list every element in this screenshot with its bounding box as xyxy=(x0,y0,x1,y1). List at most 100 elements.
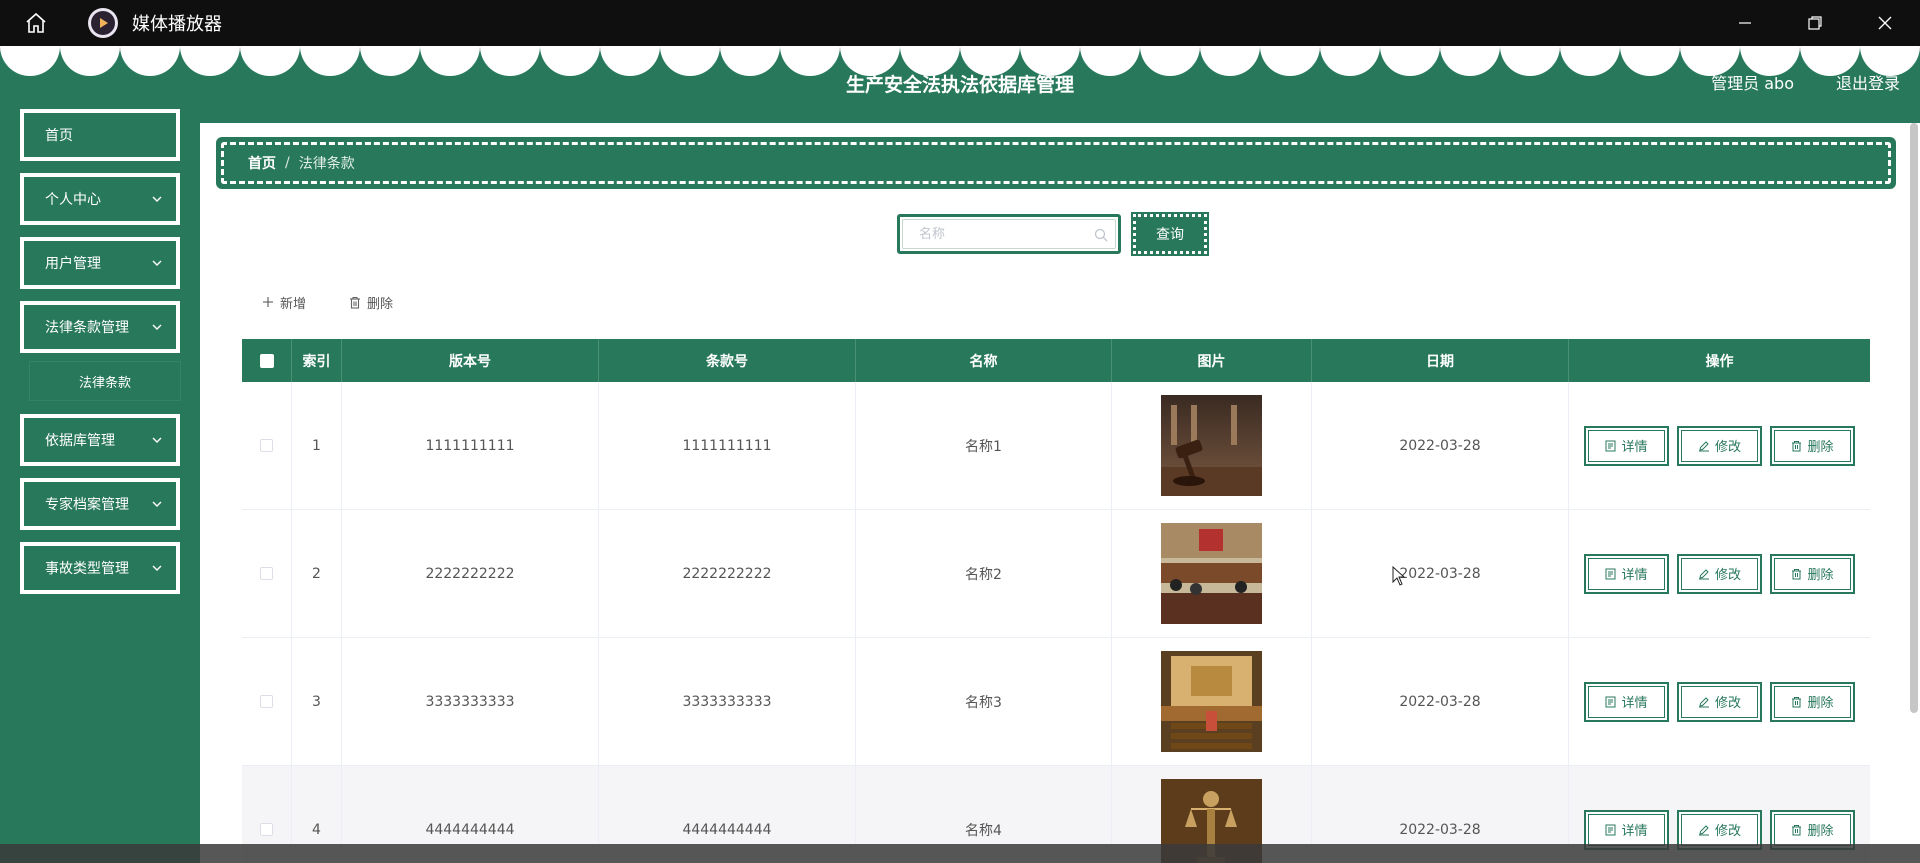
row-checkbox[interactable] xyxy=(260,439,273,452)
home-icon[interactable] xyxy=(18,5,54,41)
delete-button[interactable]: 删除 xyxy=(1770,681,1855,722)
cell-name: 名称3 xyxy=(856,638,1112,765)
document-icon xyxy=(1605,568,1616,579)
cell-date: 2022-03-28 xyxy=(1312,382,1569,509)
add-button-label: 新增 xyxy=(280,296,307,312)
table-row: 3 3333333333 3333333333 名称3 2022-03-28 详情 修改 删除 xyxy=(242,638,1870,766)
cell-article: 3333333333 xyxy=(599,638,856,765)
trash-icon xyxy=(1792,824,1802,835)
sidebar-item-label: 个人中心 xyxy=(45,192,101,208)
breadcrumb-home[interactable]: 首页 xyxy=(248,153,276,173)
sidebar-item-label: 法律条款管理 xyxy=(45,320,129,336)
minimize-button[interactable] xyxy=(1710,0,1780,46)
detail-button-label: 详情 xyxy=(1621,568,1648,583)
cell-date: 2022-03-28 xyxy=(1312,510,1569,637)
row-checkbox[interactable] xyxy=(260,695,273,708)
edit-button[interactable]: 修改 xyxy=(1677,553,1762,594)
search-box xyxy=(897,214,1121,254)
detail-button-label: 详情 xyxy=(1621,696,1648,711)
query-button[interactable]: 查询 xyxy=(1131,212,1209,256)
logout-link[interactable]: 退出登录 xyxy=(1836,70,1900,94)
pencil-icon xyxy=(1698,440,1709,451)
edit-button[interactable]: 修改 xyxy=(1677,681,1762,722)
chevron-down-icon xyxy=(152,260,162,266)
sidebar-item-home[interactable]: 首页 xyxy=(20,109,180,161)
edit-button-label: 修改 xyxy=(1714,696,1741,711)
vertical-scrollbar[interactable] xyxy=(1910,123,1918,713)
edit-button-label: 修改 xyxy=(1714,568,1741,583)
sidebar-item-label: 依据库管理 xyxy=(45,433,115,449)
sidebar-item-personal-center[interactable]: 个人中心 xyxy=(20,173,180,225)
edit-button-label: 修改 xyxy=(1714,440,1741,455)
chevron-down-icon xyxy=(152,501,162,507)
sidebar: 首页 个人中心 用户管理 法律条款管理 法律条款 依据库管理 专家档案管理 事故… xyxy=(0,109,200,863)
sidebar-item-expert-archive-management[interactable]: 专家档案管理 xyxy=(20,478,180,530)
media-player-bottom-bar xyxy=(0,844,1920,863)
close-button[interactable] xyxy=(1850,0,1920,46)
row-checkbox[interactable] xyxy=(260,823,273,836)
search-input[interactable] xyxy=(902,219,1116,249)
media-player-icon xyxy=(88,8,118,38)
batch-delete-button[interactable]: 删除 xyxy=(349,287,393,317)
detail-button-label: 详情 xyxy=(1621,824,1648,839)
sidebar-item-label: 首页 xyxy=(45,128,73,144)
column-header-index: 索引 xyxy=(292,339,342,382)
column-header-actions: 操作 xyxy=(1705,353,1734,370)
row-thumbnail-image[interactable] xyxy=(1161,651,1262,752)
delete-button-label: 删除 xyxy=(1807,696,1834,711)
app-header: 生产安全法执法依据库管理 管理员 abo 退出登录 xyxy=(0,46,1920,123)
edit-button[interactable]: 修改 xyxy=(1677,425,1762,466)
detail-button[interactable]: 详情 xyxy=(1584,553,1669,594)
table-row: 2 2222222222 2222222222 名称2 2022-03-28 详情 修改 删除 xyxy=(242,510,1870,638)
app-title: 生产安全法执法依据库管理 xyxy=(845,74,1074,96)
detail-button-label: 详情 xyxy=(1621,440,1648,455)
breadcrumb: 首页 / 法律条款 xyxy=(216,137,1896,189)
detail-button[interactable]: 详情 xyxy=(1584,681,1669,722)
law-articles-table: 索引 版本号 条款号 名称 图片 日期 操作 1 1111111111 111111… xyxy=(242,339,1870,863)
sidebar-item-label: 用户管理 xyxy=(45,256,101,272)
column-header-date: 日期 xyxy=(1312,339,1569,382)
add-button[interactable]: 新增 xyxy=(262,287,306,317)
delete-button[interactable]: 删除 xyxy=(1770,425,1855,466)
cell-name: 名称1 xyxy=(856,382,1112,509)
search-icon xyxy=(1094,228,1108,242)
cell-version: 3333333333 xyxy=(342,638,599,765)
cell-index: 1 xyxy=(292,382,342,509)
cell-date: 2022-03-28 xyxy=(1312,638,1569,765)
document-icon xyxy=(1605,440,1616,451)
window-controls xyxy=(1710,0,1920,46)
sidebar-item-label: 专家档案管理 xyxy=(45,497,129,513)
row-thumbnail-image[interactable] xyxy=(1161,395,1262,496)
cell-name: 名称2 xyxy=(856,510,1112,637)
restore-button[interactable] xyxy=(1780,0,1850,46)
mouse-cursor-icon xyxy=(1392,566,1406,586)
sidebar-item-basis-library-management[interactable]: 依据库管理 xyxy=(20,414,180,466)
plus-icon xyxy=(263,297,273,307)
pencil-icon xyxy=(1698,696,1709,707)
delete-button[interactable]: 删除 xyxy=(1770,553,1855,594)
row-checkbox[interactable] xyxy=(260,567,273,580)
sidebar-item-user-management[interactable]: 用户管理 xyxy=(20,237,180,289)
batch-delete-label: 删除 xyxy=(367,296,394,312)
trash-icon xyxy=(1792,696,1802,707)
column-header-image: 图片 xyxy=(1112,339,1312,382)
cell-article: 2222222222 xyxy=(599,510,856,637)
edit-button-label: 修改 xyxy=(1714,824,1741,839)
detail-button[interactable]: 详情 xyxy=(1584,425,1669,466)
sidebar-item-law-articles-management[interactable]: 法律条款管理 xyxy=(20,301,180,353)
main-content: 首页 / 法律条款 查询 新增 删除 索引 版本号 条款号 名称 图片 日期 操… xyxy=(200,123,1920,863)
delete-button-label: 删除 xyxy=(1807,440,1834,455)
trash-icon xyxy=(1792,440,1802,451)
delete-button-label: 删除 xyxy=(1807,568,1834,583)
row-thumbnail-image[interactable] xyxy=(1161,523,1262,624)
breadcrumb-separator: / xyxy=(285,155,290,171)
cell-version: 2222222222 xyxy=(342,510,599,637)
cell-index: 3 xyxy=(292,638,342,765)
sidebar-subitem-law-articles[interactable]: 法律条款 xyxy=(29,361,181,401)
table-body: 1 1111111111 1111111111 名称1 2022-03-28 详情 修改 删除… xyxy=(242,382,1870,863)
sidebar-item-accident-type-management[interactable]: 事故类型管理 xyxy=(20,542,180,594)
select-all-checkbox[interactable] xyxy=(259,353,274,368)
current-user: 管理员 abo xyxy=(1711,74,1794,93)
document-icon xyxy=(1605,824,1616,835)
cell-article: 1111111111 xyxy=(599,382,856,509)
